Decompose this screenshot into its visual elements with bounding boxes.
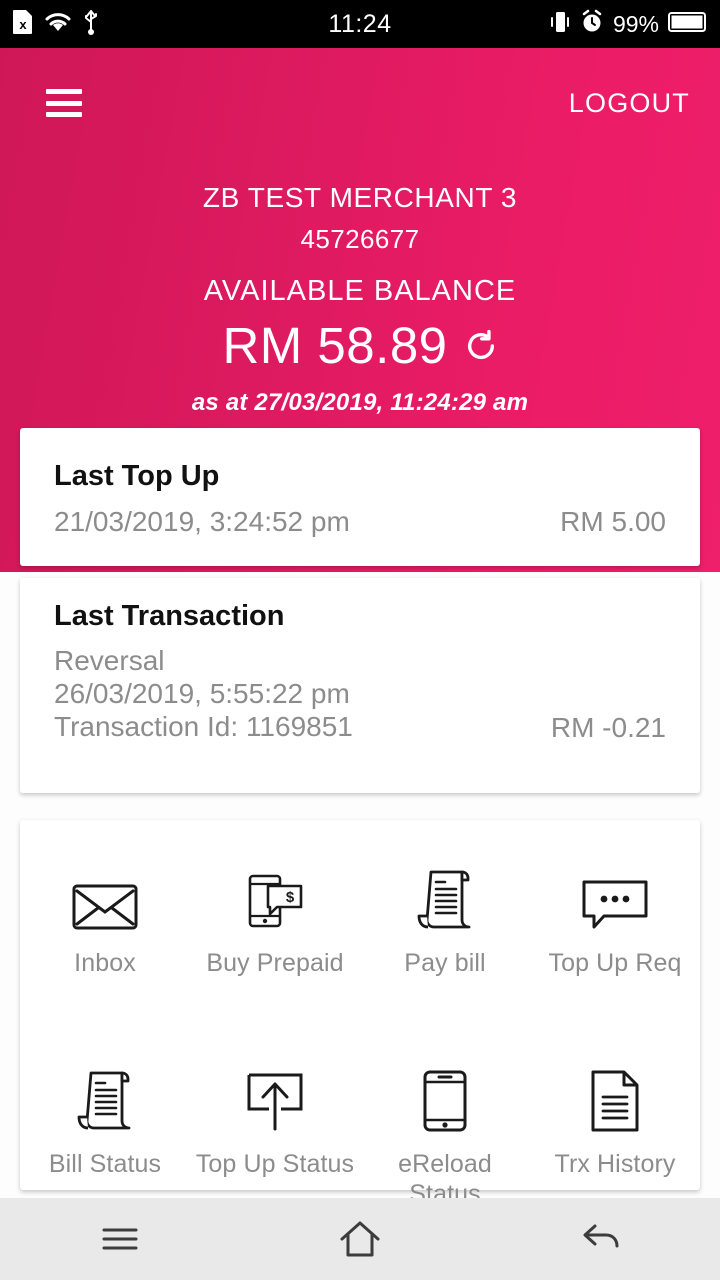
hamburger-menu-icon[interactable] xyxy=(46,89,82,117)
upload-box-arrow-icon xyxy=(245,1067,305,1133)
menu-item-top-up-status[interactable]: Top Up Status xyxy=(190,1061,360,1210)
logout-button[interactable]: LOGOUT xyxy=(569,88,690,119)
last-transaction-card[interactable]: Last Transaction Reversal 26/03/2019, 5:… xyxy=(20,578,700,793)
menu-item-ereload-status[interactable]: eReload Status xyxy=(360,1061,530,1210)
last-top-up-amount: RM 5.00 xyxy=(560,506,666,537)
balance-amount: RM 58.89 xyxy=(222,317,448,374)
android-navigation-bar xyxy=(0,1198,720,1280)
refresh-icon[interactable] xyxy=(464,329,498,363)
menu-item-inbox[interactable]: Inbox xyxy=(20,860,190,979)
last-transaction-type: Reversal xyxy=(54,645,165,676)
mobile-phone-icon xyxy=(422,1067,468,1133)
envelope-icon xyxy=(72,866,138,932)
phone-dollar-bubble-icon: $ xyxy=(244,866,306,932)
menu-item-buy-prepaid-label: Buy Prepaid xyxy=(206,949,344,977)
quick-actions-card: Inbox $ Buy Prepaid Pay bill Top Up Req xyxy=(20,820,700,1208)
app-bar: LOGOUT xyxy=(0,48,720,158)
menu-item-trx-history-label: Trx History xyxy=(554,1149,676,1178)
account-number: 45726677 xyxy=(300,224,420,254)
menu-item-top-up-req[interactable]: Top Up Req xyxy=(530,860,700,979)
chat-bubble-dots-icon xyxy=(580,866,650,932)
menu-item-bill-status-label: Bill Status xyxy=(48,1149,162,1178)
account-summary: ZB TEST MERCHANT 3 45726677 AVAILABLE BA… xyxy=(0,182,720,417)
menu-item-top-up-req-label: Top Up Req xyxy=(548,949,682,977)
quick-actions-grid-row-2: Bill Status Top Up Status eReload Status… xyxy=(20,1021,700,1210)
merchant-name: ZB TEST MERCHANT 3 xyxy=(202,182,518,213)
status-bar-clock: 11:24 xyxy=(328,9,392,38)
app-screen: x 11:24 99% LOGOUT ZB TEST MERCHANT 3 45… xyxy=(0,0,720,1280)
recents-icon[interactable] xyxy=(60,1198,180,1280)
available-balance-label: AVAILABLE BALANCE xyxy=(203,275,517,307)
last-transaction-datetime: 26/03/2019, 5:55:22 pm xyxy=(54,678,350,709)
last-transaction-amount: RM -0.21 xyxy=(550,712,666,743)
menu-item-buy-prepaid[interactable]: $ Buy Prepaid xyxy=(190,860,360,979)
svg-text:$: $ xyxy=(286,889,295,906)
balance-timestamp: as at 27/03/2019, 11:24:29 am xyxy=(191,389,529,416)
last-transaction-title: Last Transaction xyxy=(54,600,285,632)
home-icon[interactable] xyxy=(300,1198,420,1280)
receipt-scroll-icon xyxy=(74,1067,136,1133)
last-transaction-id: Transaction Id: 1169851 xyxy=(54,711,353,742)
back-arrow-icon[interactable] xyxy=(540,1198,660,1280)
last-top-up-datetime: 21/03/2019, 3:24:52 pm xyxy=(54,506,350,537)
menu-item-top-up-status-label: Top Up Status xyxy=(195,1149,355,1178)
last-top-up-title: Last Top Up xyxy=(54,460,220,492)
menu-item-pay-bill[interactable]: Pay bill xyxy=(360,860,530,979)
menu-item-pay-bill-label: Pay bill xyxy=(404,949,486,977)
status-bar: x 11:24 99% xyxy=(0,0,720,48)
last-top-up-card[interactable]: Last Top Up 21/03/2019, 3:24:52 pm RM 5.… xyxy=(20,428,700,566)
menu-item-bill-status[interactable]: Bill Status xyxy=(20,1061,190,1210)
menu-item-trx-history[interactable]: Trx History xyxy=(530,1061,700,1210)
quick-actions-grid-row-1: Inbox $ Buy Prepaid Pay bill Top Up Req xyxy=(20,820,700,979)
document-lines-icon xyxy=(588,1067,642,1133)
menu-item-inbox-label: Inbox xyxy=(74,949,136,977)
balance-row: RM 58.89 xyxy=(0,316,720,375)
receipt-scroll-icon xyxy=(414,866,476,932)
